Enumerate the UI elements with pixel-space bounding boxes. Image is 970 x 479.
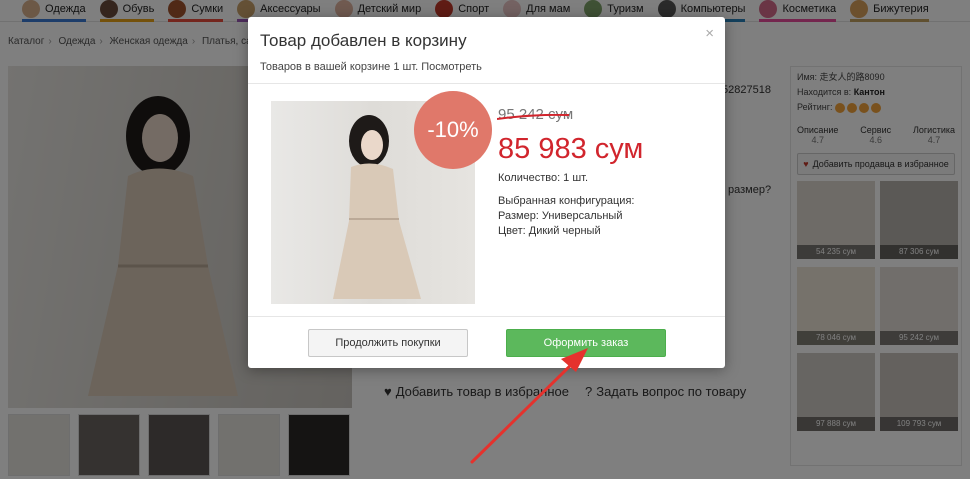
close-icon[interactable]: × bbox=[705, 25, 714, 42]
view-cart-link[interactable]: Посмотреть bbox=[421, 61, 482, 73]
discount-badge: -10% bbox=[414, 91, 492, 169]
modal-title: Товар добавлен в корзину bbox=[260, 31, 467, 50]
cart-summary: Товаров в вашей корзине 1 шт. Посмотреть bbox=[260, 61, 482, 73]
config-title: Выбранная конфигурация: bbox=[498, 195, 635, 207]
cart-count-text: Товаров в вашей корзине 1 шт. bbox=[260, 61, 419, 73]
config-color: Цвет: Дикий черный bbox=[498, 225, 601, 237]
config-size: Размер: Универсальный bbox=[498, 210, 623, 222]
continue-shopping-button[interactable]: Продолжить покупки bbox=[308, 329, 468, 357]
strikethrough-mark bbox=[497, 114, 569, 120]
divider bbox=[248, 316, 725, 317]
quantity: Количество: 1 шт. bbox=[498, 172, 589, 184]
added-to-cart-modal: Товар добавлен в корзину × Товаров в ваш… bbox=[248, 17, 725, 368]
new-price: 85 983 сум bbox=[498, 133, 644, 165]
checkout-button[interactable]: Оформить заказ bbox=[506, 329, 666, 357]
divider bbox=[248, 83, 725, 84]
